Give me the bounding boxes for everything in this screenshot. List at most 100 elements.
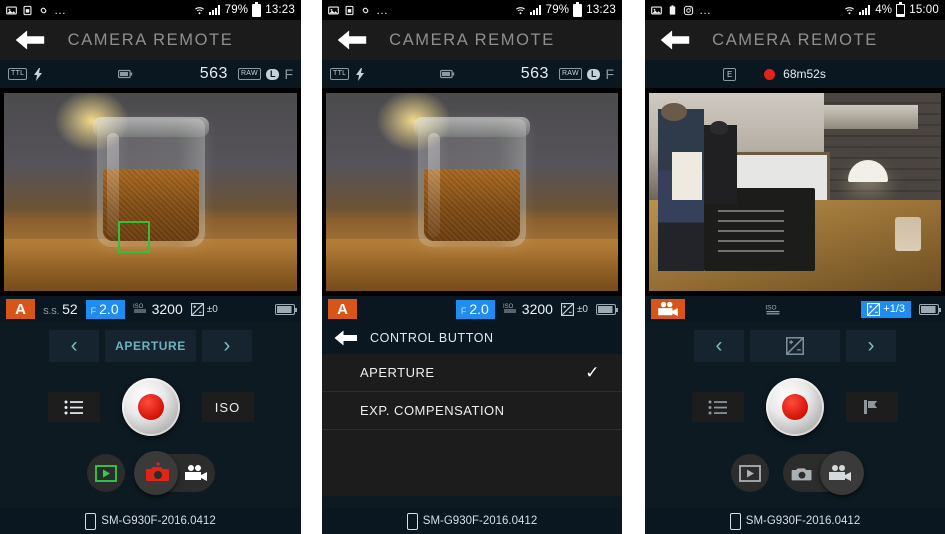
shutter-button[interactable] xyxy=(121,378,180,436)
list-menu-button[interactable] xyxy=(47,392,100,422)
back-arrow-icon[interactable] xyxy=(655,27,693,53)
clock-label: 15:00 xyxy=(909,4,939,16)
shutter-speed-value: 52 xyxy=(62,301,78,317)
shots-remaining-label: 563 xyxy=(520,65,549,82)
phone-icon xyxy=(729,512,741,530)
menu-header: CONTROL BUTTON xyxy=(322,322,622,354)
photo-camera-icon xyxy=(145,462,169,481)
exposure-comp-value: ±0 xyxy=(576,303,588,315)
playback-play-icon xyxy=(94,464,117,482)
live-view-preview[interactable] xyxy=(645,88,945,296)
nav-current-label[interactable]: APERTURE xyxy=(105,330,196,362)
toggle-half-photo[interactable] xyxy=(139,462,177,484)
playback-button[interactable] xyxy=(731,454,769,492)
jar-highlight xyxy=(106,133,119,237)
image-icon xyxy=(6,6,17,14)
preview-image-jar xyxy=(4,93,297,291)
signal-bars-icon xyxy=(859,5,871,15)
nav-next-button[interactable]: › xyxy=(201,330,252,362)
toggle-half-video[interactable] xyxy=(177,464,215,482)
shots-remaining-label: 563 xyxy=(199,65,228,82)
wifi-icon xyxy=(845,6,855,14)
wifi-icon xyxy=(515,6,525,14)
iso-value: 3200 xyxy=(151,301,183,317)
exposure-comp-icon xyxy=(190,302,204,316)
flash-mode-icon: TTL xyxy=(8,68,28,80)
battery-low-icon xyxy=(896,1,906,17)
aperture-badge[interactable]: F 2.0 xyxy=(455,299,495,319)
flag-icon xyxy=(864,400,877,414)
flash-bolt-icon xyxy=(356,67,365,81)
toggle-half-photo[interactable] xyxy=(783,464,821,483)
iso-icon: ISO xyxy=(503,304,516,313)
exposure-comp-group[interactable]: ±0 xyxy=(560,302,588,316)
camera-battery-icon xyxy=(118,69,133,79)
menu-item-exp-compensation[interactable]: EXP. COMPENSATION xyxy=(322,392,622,430)
back-arrow-icon[interactable] xyxy=(10,27,48,53)
main-controls-row: ISO xyxy=(0,372,301,442)
exposure-comp-group[interactable]: ±0 xyxy=(190,302,218,316)
image-icon xyxy=(328,6,339,14)
svg-text:ISO: ISO xyxy=(765,304,776,311)
photo-video-toggle[interactable] xyxy=(783,451,864,495)
playback-button[interactable] xyxy=(86,454,125,492)
info-bar-right: RAW L F xyxy=(237,66,293,82)
menu-item-aperture[interactable]: APERTURE ✓ xyxy=(322,354,622,392)
iso-button[interactable]: ISO xyxy=(201,392,254,422)
exposure-comp-badge[interactable]: +1/3 xyxy=(861,300,911,318)
device-label: SM-G930F-2016.0412 xyxy=(101,515,216,527)
nav-next-button[interactable]: › xyxy=(846,330,896,362)
cafe-tote-bag xyxy=(672,152,702,200)
signal-bars-icon xyxy=(208,5,221,15)
image-quality-badge: F xyxy=(605,66,614,82)
info-bar-middle: 563 xyxy=(133,65,238,83)
battery-percent-label: 4% xyxy=(875,4,893,16)
nav-current-label[interactable] xyxy=(750,330,840,362)
battery-icon xyxy=(573,1,583,17)
check-icon: ✓ xyxy=(585,362,600,382)
camera-battery-level-icon xyxy=(275,303,297,315)
live-view-preview[interactable] xyxy=(322,88,622,296)
image-quality-badge: F xyxy=(284,66,293,82)
cafe-barista xyxy=(704,124,737,204)
iso-group[interactable]: ISO 3200 xyxy=(503,301,553,317)
exposure-settings-strip: ISO +1/3 xyxy=(645,296,945,322)
record-inner-dot xyxy=(782,394,808,420)
iso-group[interactable]: ISO 3200 xyxy=(133,301,183,317)
device-label: SM-G930F-2016.0412 xyxy=(745,515,861,527)
video-camera-icon xyxy=(658,301,678,317)
status-bar-left-icons: … xyxy=(651,4,844,16)
scene-jar-backdrop xyxy=(326,93,618,291)
autofocus-box[interactable] xyxy=(118,221,150,253)
shooting-mode-badge[interactable]: A xyxy=(6,299,35,319)
list-menu-icon xyxy=(708,400,727,414)
back-arrow-icon[interactable] xyxy=(332,27,370,53)
video-quality-badge: E xyxy=(723,67,737,81)
nav-prev-button[interactable]: ‹ xyxy=(49,330,100,362)
recording-info-bar: E 68m52s xyxy=(645,60,945,88)
phone-icon xyxy=(406,512,418,530)
device-footer: SM-G930F-2016.0412 xyxy=(645,508,945,534)
aperture-badge[interactable]: F 2.0 xyxy=(85,299,125,319)
battery-icon xyxy=(252,1,262,17)
main-controls-row xyxy=(645,372,945,442)
exposure-comp-icon xyxy=(560,302,574,316)
iso-icon[interactable]: ISO xyxy=(765,303,782,316)
android-status-bar: … 4% 15:00 xyxy=(645,0,945,20)
status-bar-left-icons: … xyxy=(6,4,194,16)
record-button[interactable] xyxy=(766,378,824,436)
shooting-mode-badge[interactable]: A xyxy=(328,299,357,319)
back-arrow-icon[interactable] xyxy=(330,328,360,348)
app-title-bar: CAMERA REMOTE xyxy=(645,20,945,60)
panel-camera-remote-aperture: … 79% 13:23 CAMERA REMOTE TTL 563 RAW L … xyxy=(0,0,301,534)
preview-image-jar xyxy=(326,93,618,291)
live-view-preview[interactable] xyxy=(0,88,301,296)
flag-button[interactable] xyxy=(846,392,898,422)
list-menu-button[interactable] xyxy=(692,392,744,422)
shooting-mode-badge-video[interactable] xyxy=(651,299,685,319)
shutter-speed-group[interactable]: S.S. 52 xyxy=(43,301,78,317)
nav-prev-button[interactable]: ‹ xyxy=(694,330,744,362)
toggle-half-video[interactable] xyxy=(821,464,859,482)
menu-item-label: EXP. COMPENSATION xyxy=(360,403,505,418)
photo-video-toggle[interactable] xyxy=(133,451,215,495)
